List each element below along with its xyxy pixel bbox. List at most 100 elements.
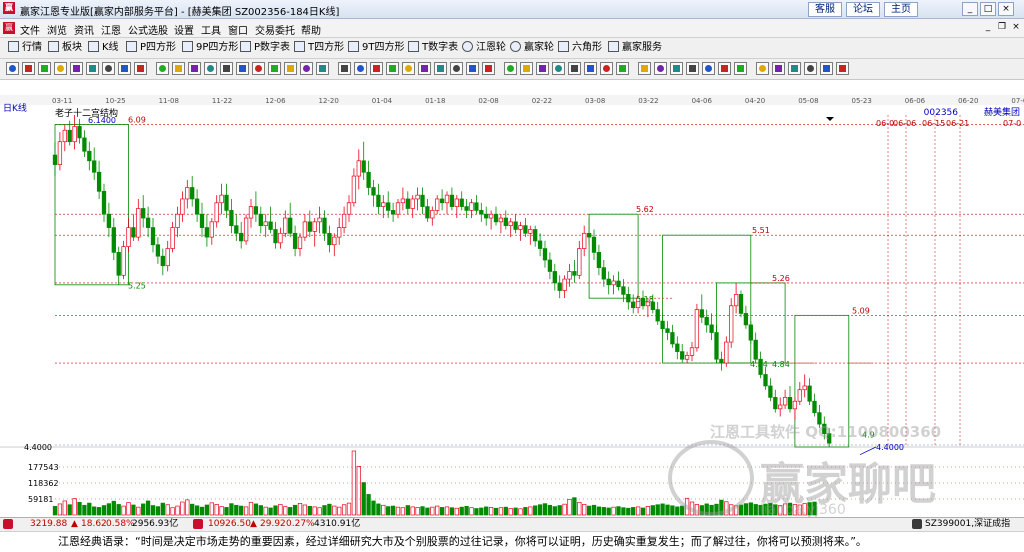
toolbar-sector[interactable]: 板块 bbox=[48, 41, 82, 55]
volume-bar bbox=[258, 505, 263, 516]
link-tool-icon[interactable] bbox=[836, 62, 849, 75]
indicator-dropdown-icon[interactable] bbox=[826, 117, 834, 121]
candle-body bbox=[439, 198, 445, 204]
link-customer-service[interactable]: 客服 bbox=[808, 2, 842, 17]
toolbar-quotes[interactable]: 行情 bbox=[8, 41, 42, 55]
minimize-icon[interactable]: _ bbox=[962, 2, 978, 16]
toolbar-gann-wheel[interactable]: 江恩轮 bbox=[462, 41, 506, 55]
gann-box-tool-icon[interactable] bbox=[134, 62, 147, 75]
left-tool-icon[interactable] bbox=[402, 62, 415, 75]
link-forum[interactable]: 论坛 bbox=[846, 2, 880, 17]
cross-tool-icon[interactable] bbox=[450, 62, 463, 75]
menu-trade[interactable]: 交易委托 bbox=[255, 22, 295, 37]
print-tool-icon[interactable] bbox=[686, 62, 699, 75]
toolbar-p-number-table[interactable]: P数字表 bbox=[240, 41, 290, 55]
circle-tool-icon[interactable] bbox=[172, 62, 185, 75]
menu-settings[interactable]: 设置 bbox=[174, 22, 194, 37]
info-tool-icon[interactable] bbox=[772, 62, 785, 75]
toolbar-winner-wheel[interactable]: 赢家轮 bbox=[510, 41, 554, 55]
pan-tool-icon[interactable] bbox=[434, 62, 447, 75]
maximize-icon[interactable]: □ bbox=[980, 2, 996, 16]
toolbar-9t-square[interactable]: 9T四方形 bbox=[348, 41, 404, 55]
line-tool-icon[interactable] bbox=[54, 62, 67, 75]
menu-file[interactable]: 文件 bbox=[20, 22, 40, 37]
arrow-tool-icon[interactable] bbox=[220, 62, 233, 75]
close-icon[interactable]: × bbox=[998, 2, 1014, 16]
volume-bar bbox=[518, 508, 523, 516]
last-tool-icon[interactable] bbox=[386, 62, 399, 75]
next-tool-icon[interactable] bbox=[354, 62, 367, 75]
candle-body bbox=[454, 198, 459, 207]
menu-formula-stock[interactable]: 公式选股 bbox=[128, 22, 168, 37]
lock-tool-icon[interactable] bbox=[316, 62, 329, 75]
trade-tool-icon[interactable] bbox=[756, 62, 769, 75]
volume-bar bbox=[126, 502, 131, 516]
candle-body bbox=[601, 267, 606, 280]
index1-value[interactable]: 3219.88 bbox=[30, 518, 67, 531]
ray-tool-icon[interactable] bbox=[70, 62, 83, 75]
angle-tool-icon[interactable] bbox=[504, 62, 517, 75]
index3-label[interactable]: SZ399001,深证成指 bbox=[925, 518, 1010, 531]
down-mark-tool-icon[interactable] bbox=[252, 62, 265, 75]
first-tool-icon[interactable] bbox=[370, 62, 383, 75]
triangle-tool-icon[interactable] bbox=[552, 62, 565, 75]
menu-tools[interactable]: 工具 bbox=[201, 22, 221, 37]
period-tool-icon[interactable] bbox=[600, 62, 613, 75]
history-tool-icon[interactable] bbox=[804, 62, 817, 75]
menu-browse[interactable]: 浏览 bbox=[47, 22, 67, 37]
right-tool-icon[interactable] bbox=[418, 62, 431, 75]
toolbar-t-number-table[interactable]: T数字表 bbox=[408, 41, 458, 55]
zoom-in-tool-icon[interactable] bbox=[22, 62, 35, 75]
child-restore-icon[interactable]: ❐ bbox=[996, 22, 1008, 33]
undo-tool-icon[interactable] bbox=[284, 62, 297, 75]
toolbar-hexagon[interactable]: 六角形 bbox=[558, 41, 602, 55]
gann-fan-tool-icon[interactable] bbox=[118, 62, 131, 75]
measure-tool-icon[interactable] bbox=[466, 62, 479, 75]
text-tool-icon[interactable] bbox=[204, 62, 217, 75]
toolbar-9p-square[interactable]: 9P四方形 bbox=[182, 41, 238, 55]
stock-code: 002356 bbox=[924, 108, 959, 118]
color-tool-icon[interactable] bbox=[820, 62, 833, 75]
parallel-tool-icon[interactable] bbox=[86, 62, 99, 75]
fib-tool-icon[interactable] bbox=[102, 62, 115, 75]
menu-gann[interactable]: 江恩 bbox=[101, 22, 121, 37]
alarm-tool-icon[interactable] bbox=[734, 62, 747, 75]
magnet-tool-icon[interactable] bbox=[654, 62, 667, 75]
menu-info[interactable]: 资讯 bbox=[74, 22, 94, 37]
zoom-out-tool-icon[interactable] bbox=[38, 62, 51, 75]
grid-tool-icon[interactable] bbox=[536, 62, 549, 75]
candle-body bbox=[537, 240, 543, 249]
toolbar-kline[interactable]: K线 bbox=[88, 41, 119, 55]
rect-tool-icon[interactable] bbox=[188, 62, 201, 75]
candle-body bbox=[101, 190, 107, 215]
link-homepage[interactable]: 主页 bbox=[884, 2, 918, 17]
child-close-icon[interactable]: × bbox=[1010, 22, 1022, 33]
ellipse-tool-icon[interactable] bbox=[482, 62, 495, 75]
delete-tool-icon[interactable] bbox=[268, 62, 281, 75]
time-tool-icon[interactable] bbox=[638, 62, 651, 75]
up-mark-tool-icon[interactable] bbox=[236, 62, 249, 75]
child-minimize-icon[interactable]: _ bbox=[982, 22, 994, 33]
volume-bar bbox=[92, 506, 97, 516]
menu-window[interactable]: 窗口 bbox=[228, 22, 248, 37]
arc-tool-icon[interactable] bbox=[156, 62, 169, 75]
redo-tool-icon[interactable] bbox=[300, 62, 313, 75]
toolbar-winner-service[interactable]: 赢家服务 bbox=[608, 41, 662, 55]
cycle-tool-icon[interactable] bbox=[568, 62, 581, 75]
copy-tool-icon[interactable] bbox=[702, 62, 715, 75]
price-tool-icon[interactable] bbox=[616, 62, 629, 75]
calc-tool-icon[interactable] bbox=[718, 62, 731, 75]
prev-tool-icon[interactable] bbox=[338, 62, 351, 75]
volume-bar bbox=[332, 505, 337, 516]
candle-body bbox=[660, 320, 665, 330]
index2-value[interactable]: 10926.50 bbox=[208, 518, 251, 531]
refresh-tool-icon[interactable] bbox=[788, 62, 801, 75]
volume-tick: 59181 bbox=[28, 495, 53, 504]
menu-help[interactable]: 帮助 bbox=[301, 22, 321, 37]
channel-tool-icon[interactable] bbox=[520, 62, 533, 75]
save-tool-icon[interactable] bbox=[670, 62, 683, 75]
select-tool-icon[interactable] bbox=[6, 62, 19, 75]
toolbar-t-square[interactable]: T四方形 bbox=[294, 41, 344, 55]
square-tool-icon[interactable] bbox=[584, 62, 597, 75]
toolbar-p-square[interactable]: P四方形 bbox=[126, 41, 176, 55]
